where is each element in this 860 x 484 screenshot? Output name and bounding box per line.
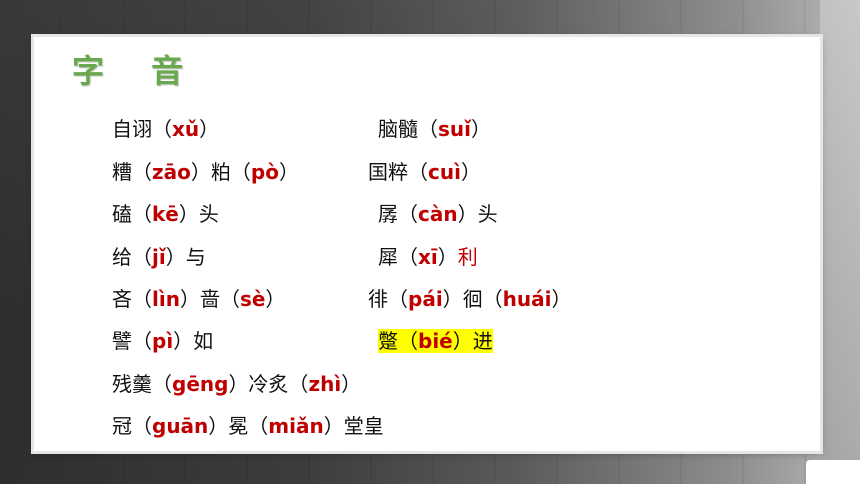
- word-row: 犀（xī）利: [378, 245, 478, 269]
- word-row: 譬（pì）如: [112, 329, 213, 353]
- word-text: ）如: [173, 329, 214, 353]
- word-row: 残羹（gēng）冷炙（zhì）: [112, 372, 361, 396]
- word-row: 吝（lìn）啬（sè）: [112, 287, 285, 311]
- word-text: ）徊（: [442, 287, 503, 311]
- word-row: 磕（kē）头: [112, 202, 219, 226]
- pinyin: pì: [152, 329, 174, 353]
- pinyin: guān: [152, 414, 209, 438]
- word-text: ）: [437, 245, 458, 269]
- pinyin: lìn: [152, 287, 180, 311]
- pinyin: cuì: [428, 160, 461, 184]
- word-row: 孱（càn）头: [378, 202, 498, 226]
- word-row: 脑髓（suǐ）: [378, 117, 491, 141]
- word-text: ）: [471, 117, 491, 141]
- word-text: 磕（: [112, 202, 152, 226]
- pinyin: sè: [239, 287, 266, 311]
- word-text: ）啬（: [179, 287, 240, 311]
- word-text: 蹩（: [378, 329, 418, 353]
- word-text: 犀（: [378, 245, 418, 269]
- pinyin: càn: [418, 202, 458, 226]
- word-text: ）: [341, 372, 362, 396]
- content-card: 字 音 自诩（xǔ） 糟（zāo）粕（pò） 磕（kē）头 给（jǐ）与 吝（l…: [34, 37, 820, 451]
- word-text: 国粹（: [368, 160, 428, 184]
- word-row: 徘（pái）徊（huái）: [368, 287, 572, 311]
- slide-stage: 字 音 自诩（xǔ） 糟（zāo）粕（pò） 磕（kē）头 给（jǐ）与 吝（l…: [0, 0, 860, 484]
- pinyin: pò: [250, 160, 279, 184]
- word-text: ）堂皇: [323, 414, 384, 438]
- word-text: ）头: [178, 202, 219, 226]
- word-text: ）与: [165, 245, 206, 269]
- slide-title: 字 音: [72, 52, 202, 90]
- word-text: 残羹（: [112, 372, 172, 396]
- word-row: 国粹（cuì）: [368, 160, 481, 184]
- pinyin: suǐ: [438, 117, 471, 141]
- word-text: ）: [199, 117, 220, 141]
- highlighted-word-row: 蹩（bié）进: [378, 329, 493, 353]
- word-text: ）冷炙（: [228, 372, 309, 396]
- word-text: 脑髓（: [378, 117, 438, 141]
- pinyin: zhì: [308, 372, 342, 396]
- word-text: ）: [551, 287, 572, 311]
- background-beam: [820, 0, 860, 484]
- word-text: 徘（: [368, 287, 408, 311]
- word-text: ）头: [457, 202, 498, 226]
- pinyin: zāo: [152, 160, 191, 184]
- word-text: ）: [265, 287, 286, 311]
- word-text: 吝（: [112, 287, 152, 311]
- pinyin: xī: [418, 245, 438, 269]
- word-text: 糟（: [112, 160, 152, 184]
- word-text: 孱（: [378, 202, 418, 226]
- word-row: 冠（guān）冕（miǎn）堂皇: [112, 414, 384, 438]
- word-text: 给（: [112, 245, 152, 269]
- pinyin: jǐ: [152, 245, 166, 269]
- word-text: 冠（: [112, 414, 152, 438]
- word-text-red: 利: [457, 245, 478, 269]
- pinyin: xǔ: [172, 117, 200, 141]
- word-row: 糟（zāo）粕（pò）: [112, 160, 299, 184]
- pinyin: gēng: [172, 372, 229, 396]
- word-row: 自诩（xǔ）: [112, 117, 219, 141]
- word-text: 譬（: [112, 329, 152, 353]
- corner-tab: [806, 460, 860, 484]
- pinyin: pái: [408, 287, 443, 311]
- pinyin: huái: [502, 287, 552, 311]
- word-text: ）粕（: [190, 160, 251, 184]
- word-text: 自诩（: [112, 117, 172, 141]
- word-text: ）进: [452, 329, 493, 353]
- word-text: ）: [460, 160, 481, 184]
- pinyin: kē: [152, 202, 179, 226]
- word-text: ）冕（: [208, 414, 269, 438]
- word-text: ）: [278, 160, 299, 184]
- word-row: 给（jǐ）与: [112, 245, 206, 269]
- pinyin: miǎn: [268, 414, 324, 438]
- pinyin: bié: [418, 329, 453, 353]
